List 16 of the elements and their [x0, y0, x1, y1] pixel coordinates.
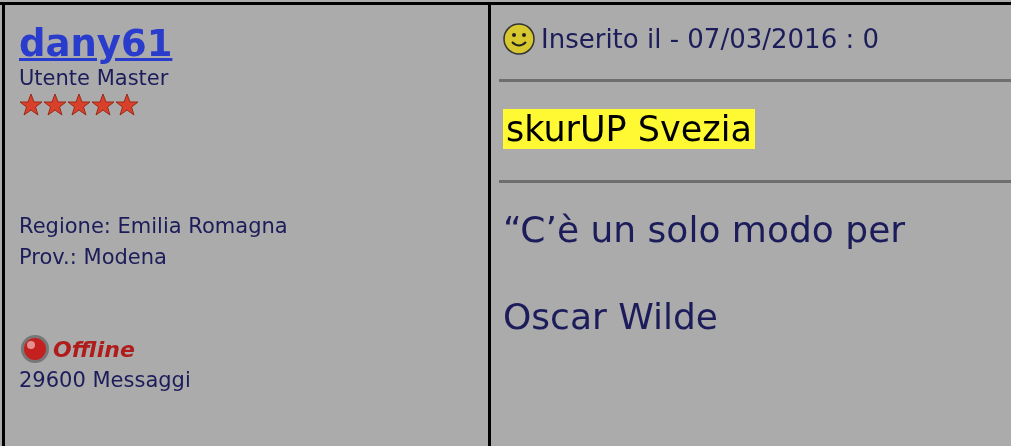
message-count: 29600 Messaggi [19, 367, 192, 394]
region-label: Regione: Emilia Romagna [19, 213, 289, 240]
star-icon [67, 93, 91, 117]
star-icon [91, 93, 115, 117]
username-link[interactable]: dany61 [19, 21, 173, 67]
post-date: Inserito il - 07/03/2016 : 0 [541, 24, 879, 54]
star-icon [115, 93, 139, 117]
province-label: Prov.: Modena [19, 244, 168, 271]
smiley-icon [503, 23, 535, 55]
post-text: “C’è un solo modo per [503, 209, 907, 250]
star-icon [43, 93, 67, 117]
status-label: Offline [53, 336, 135, 362]
star-icon [19, 93, 43, 117]
post-text: Oscar Wilde [503, 296, 719, 337]
post-title: skurUP Svezia [503, 109, 755, 149]
user-rank: Utente Master [19, 65, 170, 91]
